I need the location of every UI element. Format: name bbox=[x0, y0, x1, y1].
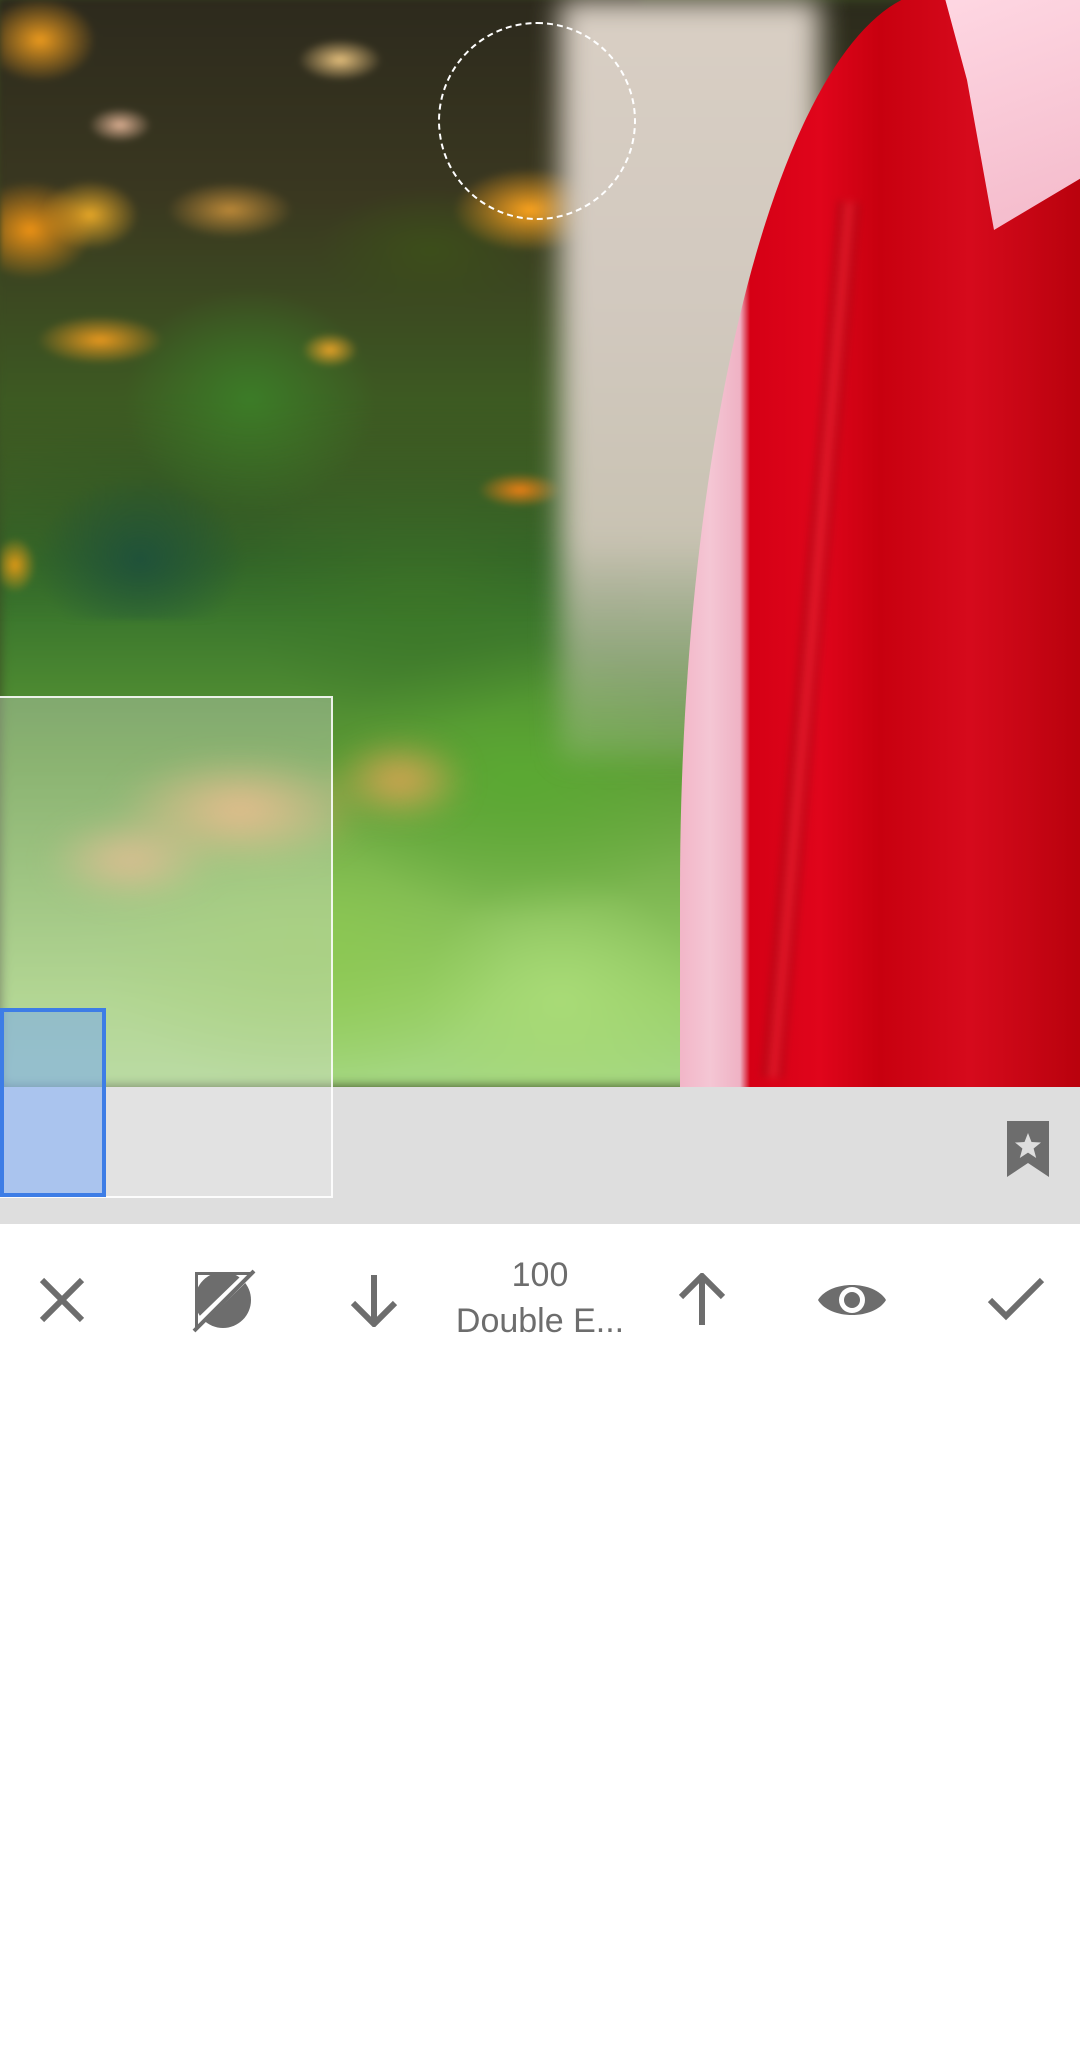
cancel-button[interactable] bbox=[22, 1260, 102, 1340]
close-icon bbox=[38, 1276, 86, 1324]
empty-panel bbox=[0, 1380, 1080, 2064]
mask-toggle-button[interactable] bbox=[183, 1260, 263, 1340]
adjustment-name: Double E... bbox=[455, 1302, 625, 1340]
adjustment-readout[interactable]: 100 Double E... bbox=[440, 1254, 640, 1346]
bottom-toolbar: 100 Double E... bbox=[0, 1224, 1080, 1380]
zoom-navigator-viewport-lower[interactable] bbox=[0, 1087, 106, 1197]
eye-icon bbox=[816, 1276, 888, 1324]
bookmark-star-icon[interactable] bbox=[1005, 1119, 1051, 1179]
check-icon bbox=[986, 1276, 1046, 1324]
photo-canvas[interactable] bbox=[0, 0, 1080, 1087]
preview-button[interactable] bbox=[812, 1260, 892, 1340]
mask-toggle-icon bbox=[190, 1267, 256, 1333]
zoom-navigator-viewport[interactable] bbox=[0, 1008, 106, 1087]
apply-button[interactable] bbox=[976, 1260, 1056, 1340]
brush-circle-cursor[interactable] bbox=[438, 22, 636, 220]
arrow-down-icon bbox=[347, 1273, 401, 1327]
increase-button[interactable] bbox=[662, 1260, 742, 1340]
adjustment-value: 100 bbox=[511, 1256, 569, 1294]
decrease-button[interactable] bbox=[334, 1260, 414, 1340]
arrow-up-icon bbox=[675, 1273, 729, 1327]
zoom-navigator[interactable] bbox=[0, 696, 333, 1087]
